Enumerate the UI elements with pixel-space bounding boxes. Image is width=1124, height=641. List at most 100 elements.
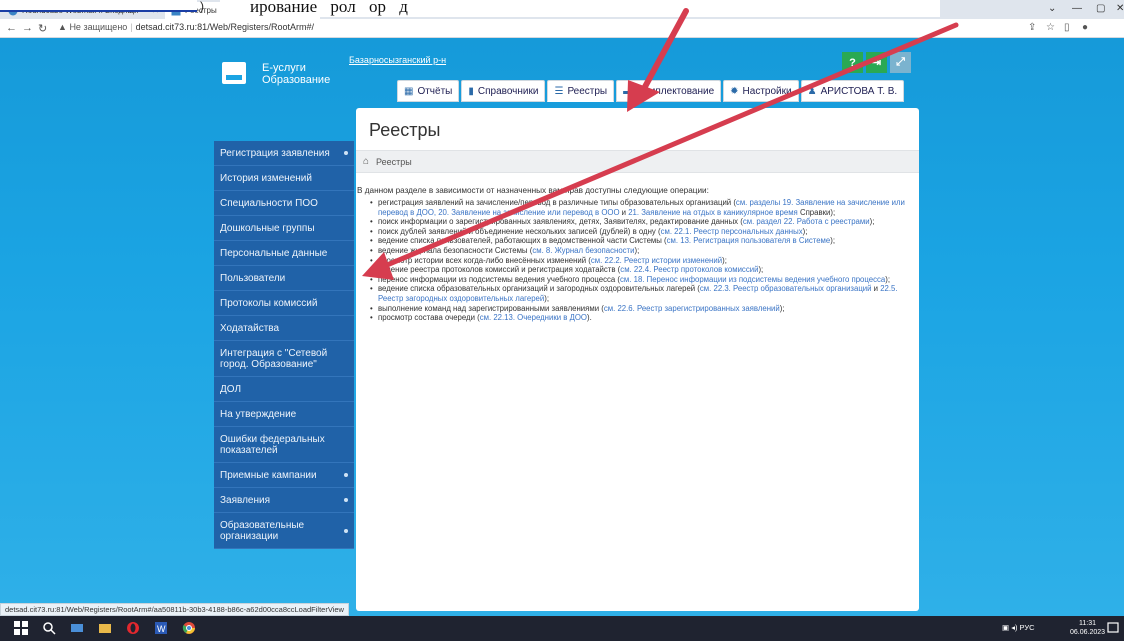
chrome-icon[interactable] bbox=[182, 621, 196, 635]
bookmark-star-icon[interactable]: ☆ bbox=[1046, 22, 1055, 33]
doc-link[interactable]: см. 18. Перенос информации из подсистемы… bbox=[620, 275, 885, 284]
help-icon[interactable]: ? bbox=[842, 52, 863, 73]
tab-registers[interactable]: ☰ Реестры bbox=[547, 80, 615, 102]
sidebar-item-label: Специальности ПОО bbox=[220, 197, 318, 209]
word-icon[interactable]: W bbox=[154, 621, 168, 635]
profile-icon[interactable]: ● bbox=[1082, 22, 1088, 33]
fullscreen-icon[interactable]: ⤢ bbox=[890, 52, 911, 73]
sidebar-item-label: Протоколы комиссий bbox=[220, 297, 318, 309]
sidebar-item-specialties[interactable]: Специальности ПОО bbox=[214, 191, 354, 216]
doc-link[interactable]: см. 22.2. Реестр истории изменений bbox=[591, 256, 722, 265]
doc-link[interactable]: см. 22.3. Реестр образовательных организ… bbox=[700, 284, 872, 293]
region-link[interactable]: Базарносызганский р-н bbox=[349, 55, 446, 65]
doc-link[interactable]: см. 22.6. Реестр зарегистрированных заяв… bbox=[604, 304, 780, 313]
url-field[interactable]: ▲ Не защищено | detsad.cit73.ru:81/Web/Reg… bbox=[58, 22, 314, 32]
sidebar-item-label: Пользователи bbox=[220, 272, 286, 284]
home-icon[interactable]: ⌂ bbox=[363, 156, 369, 167]
network-icon: ▣ bbox=[1002, 623, 1010, 632]
sidebar-item-federal-errors[interactable]: Ошибки федеральных показателей bbox=[214, 427, 354, 463]
doc-link[interactable]: см. раздел 22. Работа с реестрами bbox=[743, 217, 870, 226]
share-icon[interactable]: ⇪ bbox=[1028, 22, 1036, 33]
sidebar-item-label: Персональные данные bbox=[220, 247, 328, 259]
list-item: просмотр истории всех когда-либо внесённ… bbox=[370, 256, 913, 266]
task-view-icon[interactable] bbox=[70, 621, 84, 635]
page-title: Реестры bbox=[369, 120, 441, 140]
svg-text:W: W bbox=[157, 624, 166, 634]
sidebar-item-admission-campaigns[interactable]: Приемные кампании bbox=[214, 463, 354, 488]
expand-icon bbox=[344, 498, 348, 502]
card-icon: ▬ bbox=[623, 85, 634, 97]
sidebar-item-label: ДОЛ bbox=[220, 383, 242, 395]
tab-label: Справочники bbox=[477, 85, 539, 97]
tab-user[interactable]: ♟ АРИСТОВА Т. В. bbox=[800, 80, 905, 102]
tab-label: Комплектование bbox=[637, 85, 715, 97]
list-item: ведение журнала безопасности Системы (см… bbox=[370, 246, 913, 256]
language-indicator: РУС bbox=[1019, 623, 1035, 632]
logout-icon[interactable]: ⇥ bbox=[866, 52, 887, 73]
sidebar-item-preschool-groups[interactable]: Дошкольные группы bbox=[214, 216, 354, 241]
gear-icon: ✹ bbox=[730, 85, 739, 97]
not-secure-label: Не защищено bbox=[69, 22, 128, 32]
tab-staffing[interactable]: ▬ Комплектование bbox=[616, 80, 722, 102]
back-icon[interactable]: ← bbox=[6, 22, 17, 34]
sidebar-item-application-registration[interactable]: Регистрация заявления bbox=[214, 141, 354, 166]
logo-mark-icon bbox=[222, 62, 246, 84]
notifications-icon[interactable] bbox=[1106, 621, 1120, 635]
tab-reports[interactable]: ▦ Отчёты bbox=[397, 80, 460, 102]
breadcrumb: ⌂ Реестры bbox=[356, 150, 919, 173]
sidebar-item-integration[interactable]: Интеграция с "Сетевой город. Образование… bbox=[214, 341, 354, 377]
sidebar-item-label: Образовательные организации bbox=[220, 519, 305, 542]
content-panel: Реестры ⌂ Реестры В данном разделе в зав… bbox=[356, 108, 919, 611]
system-tray[interactable]: ▣ ◂) РУС bbox=[1002, 623, 1035, 632]
list-item: ведение списка пользователей, работающих… bbox=[370, 236, 913, 246]
doc-link[interactable]: см. 22.13. Очередники в ДОО bbox=[480, 313, 587, 322]
logo[interactable]: Е-услуги Образование bbox=[222, 58, 332, 98]
clock-date: 06.06.2023 bbox=[1070, 629, 1106, 636]
list-icon: ☰ bbox=[554, 85, 564, 97]
file-explorer-icon[interactable] bbox=[98, 621, 112, 635]
expand-icon bbox=[344, 528, 348, 533]
forward-icon[interactable]: → bbox=[22, 22, 33, 34]
tab-settings[interactable]: ✹ Настройки bbox=[723, 80, 799, 102]
clock[interactable]: 11:31 06.06.2023 bbox=[1070, 619, 1105, 637]
reload-icon[interactable]: ↻ bbox=[38, 22, 47, 35]
sidebar-item-petitions[interactable]: Ходатайства bbox=[214, 316, 354, 341]
tab-label: Отчёты bbox=[417, 85, 453, 97]
list-item: выполнение команд над зарегистрированным… bbox=[370, 304, 913, 314]
intro-text: В данном разделе в зависимости от назнач… bbox=[357, 186, 709, 195]
doc-link[interactable]: см. 22.4. Реестр протоколов комиссий bbox=[620, 265, 758, 274]
search-icon[interactable] bbox=[42, 621, 56, 635]
overlay-arrow-icon: ) bbox=[200, 0, 204, 13]
sidebar-item-label: Приемные кампании bbox=[220, 469, 317, 481]
doc-link[interactable]: см. 22.1. Реестр персональных данных bbox=[661, 227, 803, 236]
web-page: Е-услуги Образование Базарносызганский р… bbox=[0, 38, 1124, 616]
breadcrumb-item[interactable]: Реестры bbox=[376, 157, 412, 167]
warning-icon: ▲ bbox=[58, 22, 67, 32]
sidebar-item-users[interactable]: Пользователи bbox=[214, 266, 354, 291]
windows-start-icon[interactable] bbox=[14, 621, 28, 635]
sidebar-item-educational-orgs[interactable]: Образовательные организации bbox=[214, 513, 354, 549]
overlay-link-underline bbox=[0, 0, 197, 12]
sidebar-item-label: Ходатайства bbox=[220, 322, 280, 334]
sidepanel-icon[interactable]: ▯ bbox=[1064, 22, 1070, 33]
sidebar-item-change-history[interactable]: История изменений bbox=[214, 166, 354, 191]
list-item: перенос информации из подсистемы ведения… bbox=[370, 275, 913, 285]
sidebar-item-for-approval[interactable]: На утверждение bbox=[214, 402, 354, 427]
sidebar-item-commission-protocols[interactable]: Протоколы комиссий bbox=[214, 291, 354, 316]
tab-directories[interactable]: ▮ Справочники bbox=[461, 80, 546, 102]
logo-subtitle: Образование bbox=[262, 74, 331, 86]
top-icon-group: ? ⇥ ⤢ bbox=[842, 52, 911, 73]
book-icon: ▮ bbox=[468, 85, 474, 97]
sidebar-item-dol[interactable]: ДОЛ bbox=[214, 377, 354, 402]
sidebar-item-personal-data[interactable]: Персональные данные bbox=[214, 241, 354, 266]
doc-link[interactable]: см. 13. Регистрация пользователя в Систе… bbox=[667, 236, 831, 245]
status-url-tooltip: detsad.cit73.ru:81/Web/Registers/RootArm… bbox=[0, 603, 349, 616]
expand-icon bbox=[344, 151, 348, 155]
sidebar-item-label: Ошибки федеральных показателей bbox=[220, 433, 325, 456]
tab-label: Реестры bbox=[567, 85, 608, 97]
opera-icon[interactable] bbox=[126, 621, 140, 635]
tab-label: Настройки bbox=[742, 85, 792, 97]
sidebar-item-applications[interactable]: Заявления bbox=[214, 488, 354, 513]
doc-link[interactable]: 21. Заявление на отдых в каникулярное вр… bbox=[628, 208, 798, 217]
doc-link[interactable]: см. 8. Журнал безопасности bbox=[532, 246, 634, 255]
